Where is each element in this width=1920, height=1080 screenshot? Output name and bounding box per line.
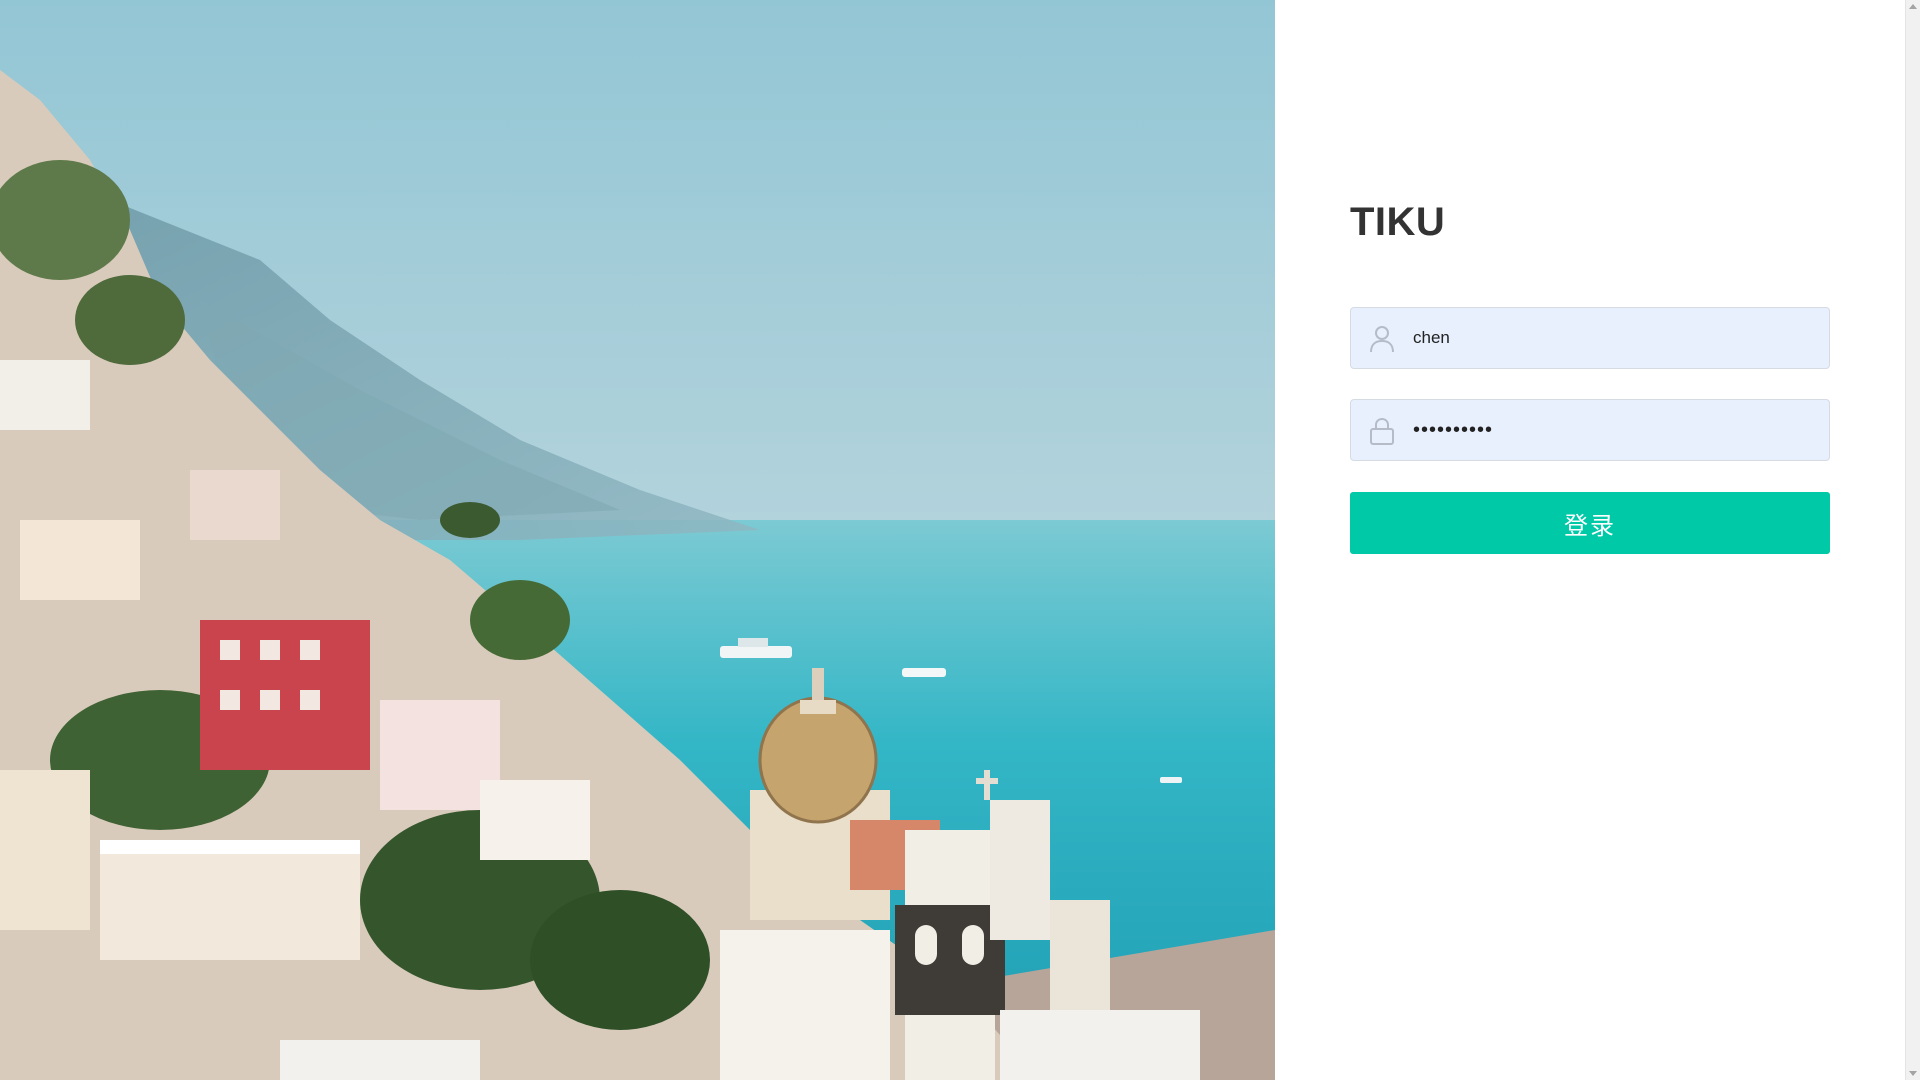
username-field[interactable] — [1350, 307, 1830, 369]
scroll-down-icon[interactable] — [1909, 1071, 1917, 1076]
password-field[interactable] — [1350, 399, 1830, 461]
hero-image — [0, 0, 1275, 1080]
app-title: TIKU — [1350, 200, 1446, 244]
login-button[interactable]: 登录 — [1350, 492, 1830, 554]
user-icon — [1369, 325, 1395, 353]
scroll-up-icon[interactable] — [1909, 4, 1917, 9]
login-page: TIKU 登录 — [0, 0, 1920, 1080]
page-scrollbar[interactable] — [1905, 0, 1920, 1080]
password-input[interactable] — [1413, 400, 1813, 460]
username-input[interactable] — [1413, 308, 1813, 368]
lock-icon — [1369, 417, 1395, 445]
login-panel: TIKU 登录 — [1275, 0, 1905, 1080]
